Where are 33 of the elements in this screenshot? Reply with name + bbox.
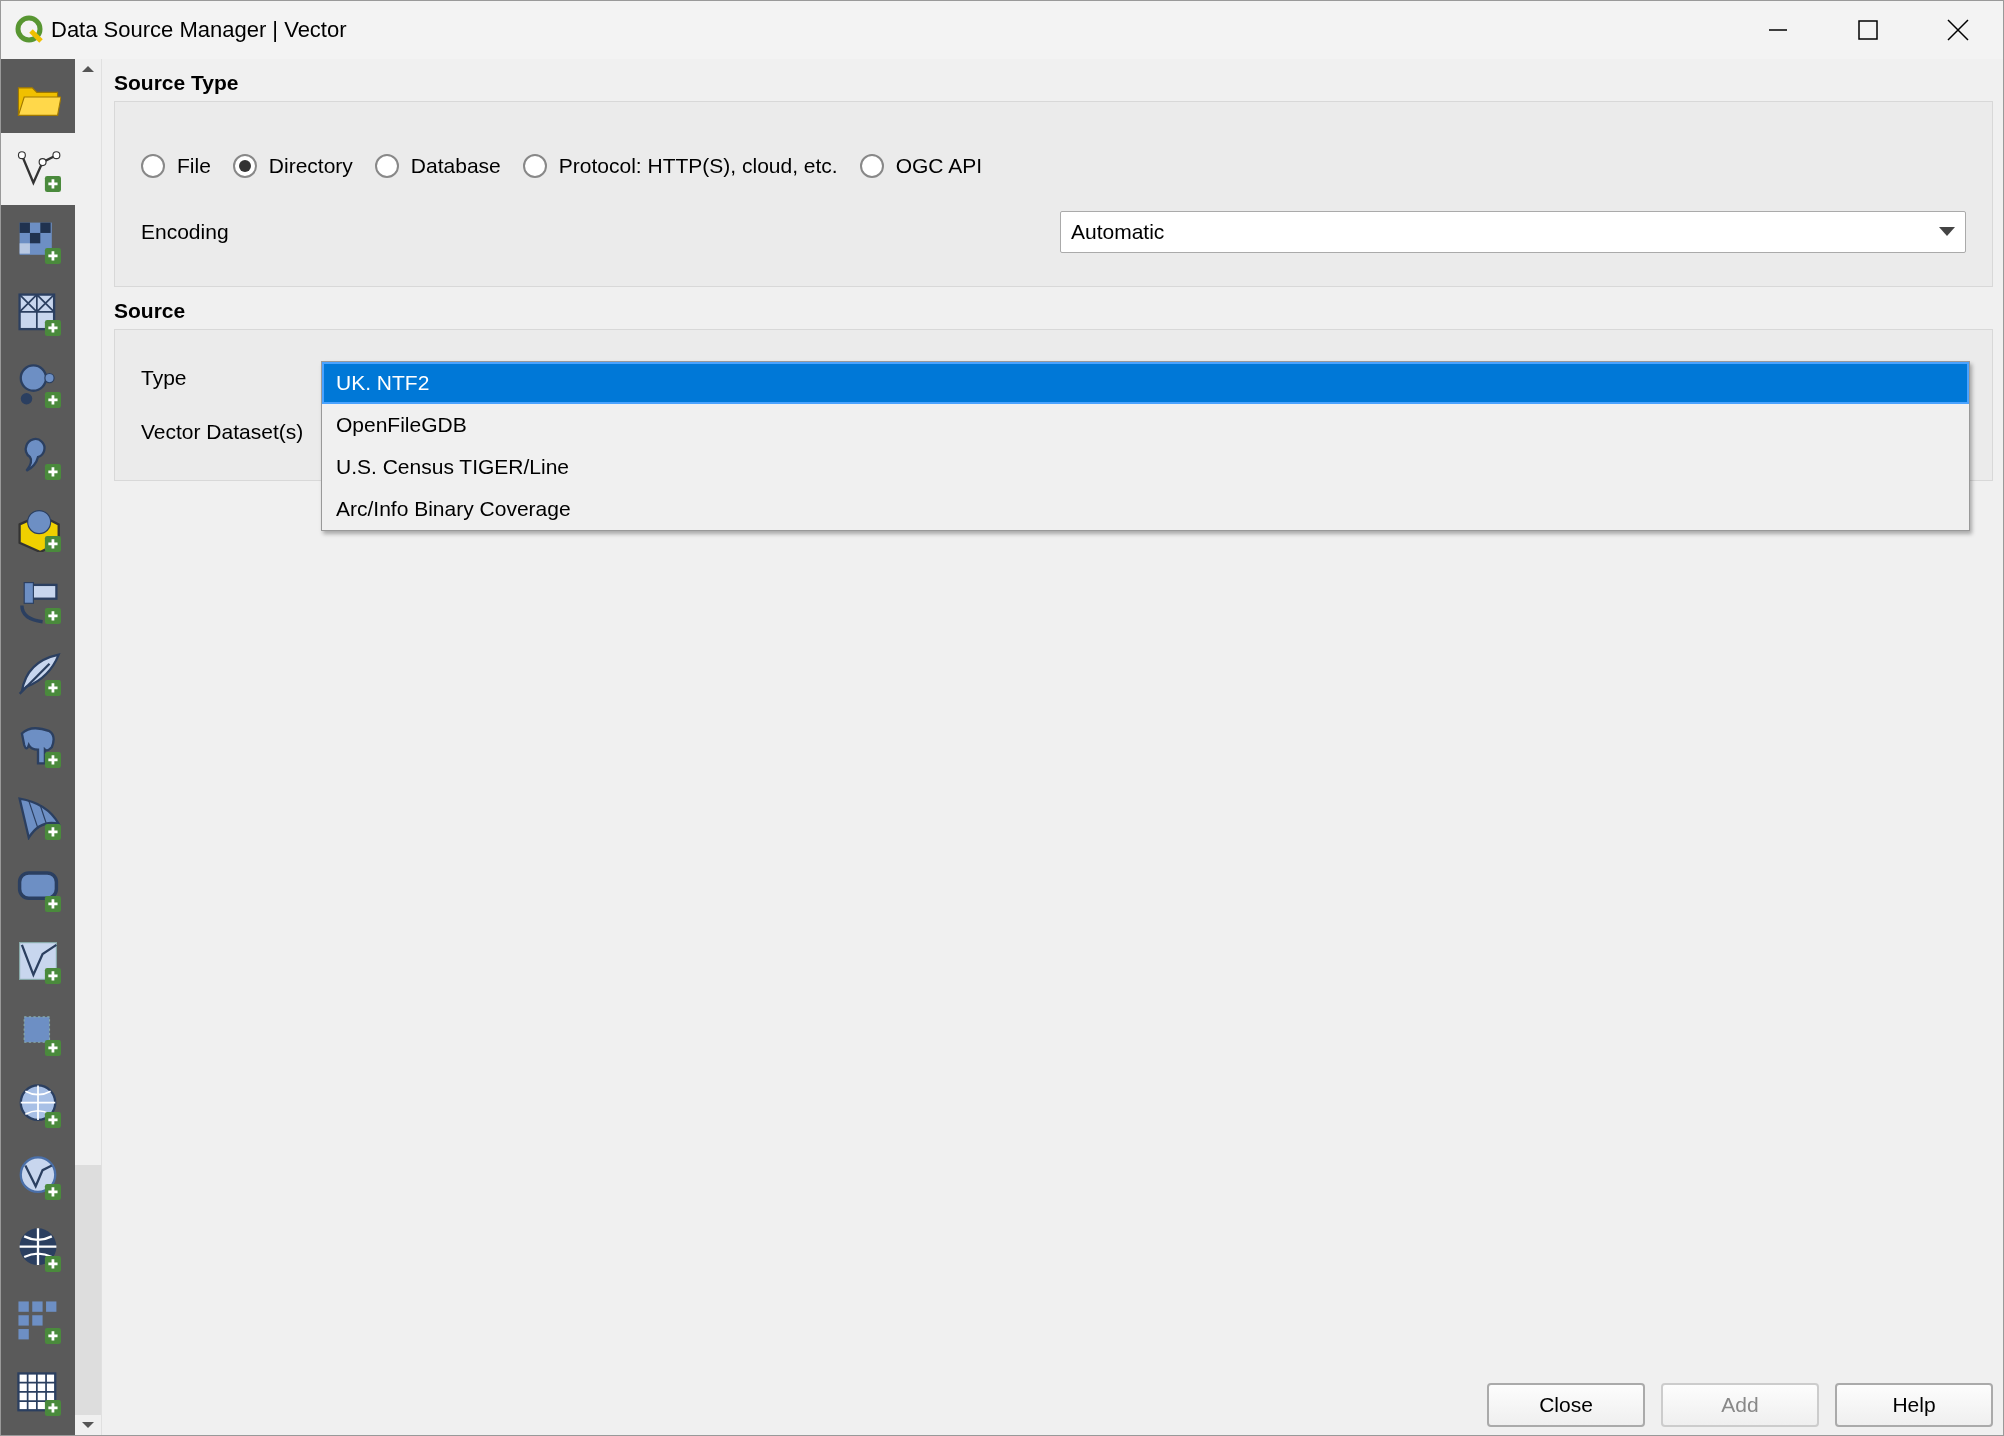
field-label: Type: [141, 366, 187, 390]
tile-grid-icon: [15, 1298, 61, 1344]
maximize-icon: [1858, 20, 1878, 40]
mesh-grid-icon: [15, 290, 61, 336]
dialog-button[interactable]: Help: [1835, 1383, 1993, 1427]
encoding-dropdown[interactable]: Automatic: [1060, 211, 1966, 253]
sidebar-item[interactable]: [1, 133, 75, 205]
radio-option[interactable]: Protocol: HTTP(S), cloud, etc.: [522, 154, 838, 178]
sail-icon: [15, 794, 61, 840]
dropdown-option[interactable]: Arc/Info Binary Coverage: [322, 488, 1969, 530]
radio-option[interactable]: Directory: [232, 154, 353, 178]
radio-circle[interactable]: [141, 154, 165, 178]
dialog-button[interactable]: Close: [1487, 1383, 1645, 1427]
caret-icon: [1939, 227, 1955, 237]
dropdown-option[interactable]: U.S. Census TIGER/Line: [322, 446, 1969, 488]
radio-option[interactable]: OGC API: [859, 154, 983, 178]
section-heading: Source Type: [114, 71, 240, 95]
minimize-icon: [1768, 29, 1788, 31]
radio-option[interactable]: File: [141, 154, 211, 178]
field-label: Vector Dataset(s): [141, 420, 304, 444]
field-label: Encoding: [141, 220, 229, 244]
dropdown-option[interactable]: UK. NTF2: [322, 362, 1969, 404]
section-heading: Source: [114, 299, 187, 323]
scrollbar-thumb[interactable]: [75, 1165, 101, 1415]
app-logo-icon: [15, 15, 45, 45]
radio-circle[interactable]: [232, 154, 257, 178]
window-title: Data Source Manager | Vector: [51, 17, 348, 43]
radio-circle[interactable]: [859, 154, 884, 178]
radio-option[interactable]: Database: [374, 154, 501, 178]
dropdown-option[interactable]: OpenFileGDB: [322, 404, 1969, 446]
radio-circle[interactable]: [374, 154, 399, 178]
close-icon: [1947, 19, 1969, 41]
radio-circle[interactable]: [522, 154, 547, 178]
